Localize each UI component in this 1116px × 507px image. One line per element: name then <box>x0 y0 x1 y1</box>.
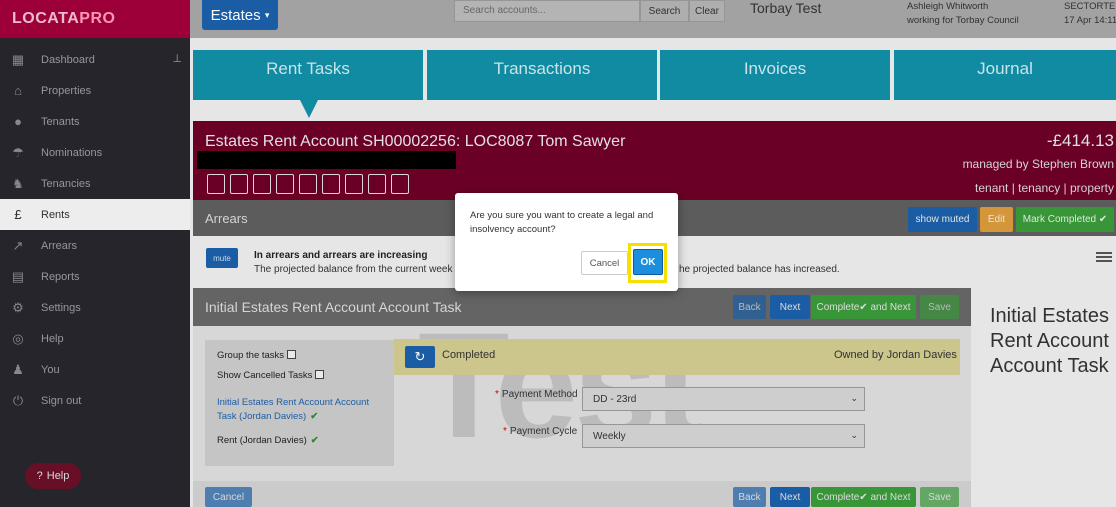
dialog-message: Are you sure you want to create a legal … <box>470 210 654 235</box>
dialog-ok-button[interactable]: OK <box>633 249 663 275</box>
confirm-dialog: Are you sure you want to create a legal … <box>455 193 678 291</box>
dialog-cancel-button[interactable]: Cancel <box>581 251 628 275</box>
